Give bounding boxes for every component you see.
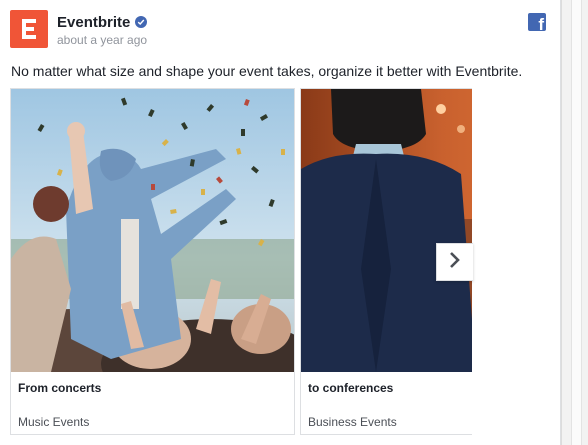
facebook-post: Eventbrite about a year ago f No matter … bbox=[0, 0, 561, 445]
post-header: Eventbrite about a year ago f bbox=[10, 10, 550, 50]
page-name[interactable]: Eventbrite bbox=[57, 14, 130, 31]
facebook-icon[interactable]: f bbox=[528, 13, 546, 31]
card-subtitle: Business Events bbox=[308, 415, 397, 429]
carousel-next-button[interactable] bbox=[436, 243, 473, 281]
concert-crowd-image bbox=[11, 89, 294, 372]
scrollbar[interactable] bbox=[561, 0, 588, 445]
post-timestamp[interactable]: about a year ago bbox=[57, 33, 147, 47]
post-text: No matter what size and shape your event… bbox=[11, 63, 523, 79]
conference-speaker-image bbox=[301, 89, 472, 372]
card-title: to conferences bbox=[308, 381, 394, 395]
card-subtitle: Music Events bbox=[18, 415, 90, 429]
chevron-right-icon bbox=[448, 251, 462, 274]
verified-badge-icon bbox=[135, 16, 148, 28]
carousel-card-concerts[interactable]: From concerts Music Events bbox=[10, 88, 295, 435]
scrollbar-thumb[interactable] bbox=[571, 0, 582, 445]
carousel: From concerts Music Events to conference… bbox=[10, 88, 472, 435]
eventbrite-logo[interactable] bbox=[10, 10, 48, 48]
page-name-row: Eventbrite bbox=[57, 13, 148, 31]
card-title: From concerts bbox=[18, 381, 102, 395]
